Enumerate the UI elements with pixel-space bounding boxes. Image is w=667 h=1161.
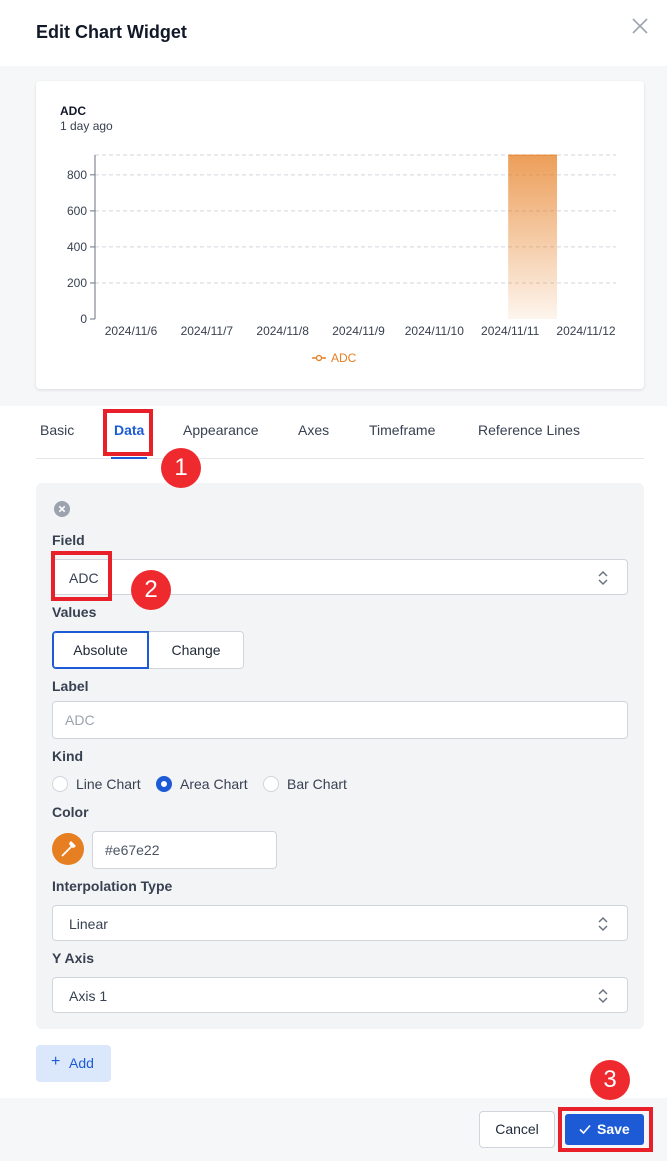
color-hex-value: #e67e22 xyxy=(105,842,160,858)
color-hex-input[interactable]: #e67e22 xyxy=(92,831,277,869)
highlight-box-field xyxy=(51,551,112,601)
x-tick-label: 2024/11/7 xyxy=(181,324,234,338)
close-icon[interactable] xyxy=(628,14,652,38)
values-label: Values xyxy=(52,604,97,620)
chevron-updown-icon xyxy=(597,570,609,586)
radio-circle xyxy=(52,776,68,792)
yaxis-value: Axis 1 xyxy=(69,988,108,1004)
chart-preview-card: ADC 1 day ago 800 600 400 200 0 2024/11/6 202… xyxy=(36,81,644,389)
color-label: Color xyxy=(52,804,89,820)
y-tick-label: 0 xyxy=(80,312,87,326)
kind-option-label: Line Chart xyxy=(76,776,141,792)
tab-reference-lines[interactable]: Reference Lines xyxy=(478,422,580,438)
tab-axes[interactable]: Axes xyxy=(298,422,329,438)
add-series-button[interactable]: + Add xyxy=(36,1045,111,1082)
label-input[interactable]: ADC xyxy=(52,701,628,739)
y-tick-label: 600 xyxy=(67,204,87,218)
x-tick-label: 2024/11/10 xyxy=(405,324,464,338)
remove-series-icon[interactable] xyxy=(54,501,70,517)
yaxis-label: Y Axis xyxy=(52,950,95,966)
interpolation-label: Interpolation Type xyxy=(52,878,173,894)
dialog-title: Edit Chart Widget xyxy=(36,22,187,42)
values-change-button[interactable]: Change xyxy=(149,631,244,669)
annotation-marker: 2 xyxy=(131,570,171,610)
annotation-marker: 3 xyxy=(590,1060,630,1100)
kind-label: Kind xyxy=(52,748,84,764)
tab-timeframe[interactable]: Timeframe xyxy=(369,422,435,438)
tab-appearance[interactable]: Appearance xyxy=(183,422,259,438)
label-label: Label xyxy=(52,678,89,694)
chevron-updown-icon xyxy=(597,916,609,932)
dialog-header: Edit Chart Widget xyxy=(0,0,667,66)
color-picker-button[interactable] xyxy=(52,833,84,865)
y-tick-label: 200 xyxy=(67,276,87,290)
plus-icon: + xyxy=(51,1053,61,1070)
values-absolute-button[interactable]: Absolute xyxy=(52,631,149,669)
label-input-placeholder: ADC xyxy=(65,712,95,728)
y-tick-label: 800 xyxy=(67,168,87,182)
edit-chart-dialog: Edit Chart Widget ADC 1 day ago 800 600 40… xyxy=(0,0,667,1161)
y-tick-label: 400 xyxy=(67,240,87,254)
x-tick-label: 2024/11/8 xyxy=(256,324,309,338)
yaxis-select[interactable]: Axis 1 xyxy=(52,977,628,1013)
x-tick-label: 2024/11/6 xyxy=(105,324,158,338)
kind-option-label: Bar Chart xyxy=(287,776,347,792)
interpolation-select[interactable]: Linear xyxy=(52,905,628,941)
interpolation-value: Linear xyxy=(69,916,108,932)
cancel-button[interactable]: Cancel xyxy=(479,1111,555,1148)
field-label: Field xyxy=(52,532,85,548)
add-button-label: Add xyxy=(69,1055,94,1071)
legend-label: ADC xyxy=(331,351,357,365)
radio-circle xyxy=(263,776,279,792)
highlight-box-save xyxy=(558,1107,653,1152)
highlight-box-data-tab xyxy=(103,409,153,456)
area-series-fill xyxy=(508,155,557,319)
x-tick-label: 2024/11/9 xyxy=(332,324,385,338)
active-tab-indicator xyxy=(111,457,147,459)
tab-basic[interactable]: Basic xyxy=(40,422,74,438)
x-tick-label: 2024/11/11 xyxy=(481,324,540,338)
kind-option-label: Area Chart xyxy=(180,776,248,792)
x-tick-label: 2024/11/12 xyxy=(556,324,615,338)
legend-dot-marker xyxy=(315,354,323,362)
chevron-updown-icon xyxy=(597,988,609,1004)
annotation-marker: 1 xyxy=(161,448,201,488)
radio-circle-selected xyxy=(156,776,172,792)
chart-plot: 800 600 400 200 0 2024/11/6 2024/11/7 2024/11/… xyxy=(67,154,616,365)
eyedropper-icon xyxy=(61,841,76,857)
